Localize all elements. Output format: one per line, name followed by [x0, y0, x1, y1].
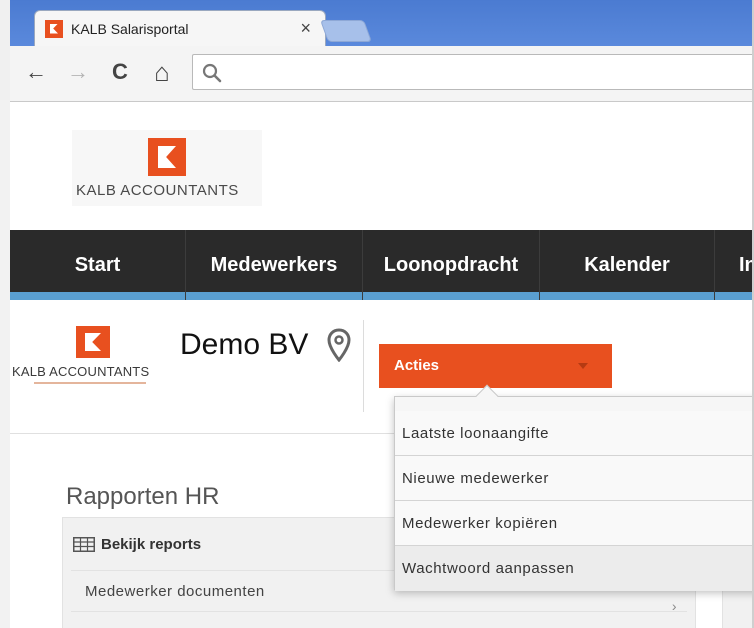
- report-row-label: Medewerker documenten: [85, 583, 265, 600]
- browser-toolbar: ← → C ⌂: [10, 46, 754, 102]
- logo-tagline-decoration: [34, 382, 146, 384]
- nav-item-kalender[interactable]: Kalender: [540, 230, 715, 300]
- tab-title: KALB Salarisportal: [71, 20, 189, 37]
- new-tab-button[interactable]: [319, 20, 373, 42]
- table-icon: [73, 536, 95, 552]
- panel-header[interactable]: Bekijk reports: [73, 528, 201, 560]
- panel-header-label: Bekijk reports: [101, 535, 202, 553]
- company-logo-text: KALB ACCOUNTANTS: [12, 364, 150, 379]
- address-bar[interactable]: [192, 54, 754, 90]
- home-icon[interactable]: ⌂: [148, 58, 176, 86]
- caret-down-icon: [578, 363, 588, 369]
- vertical-divider: [363, 320, 364, 412]
- nav-item-loonopdracht[interactable]: Loonopdracht: [363, 230, 540, 300]
- browser-tab[interactable]: KALB Salarisportal ×: [34, 10, 326, 46]
- forward-icon[interactable]: →: [64, 58, 92, 86]
- menu-item-nieuwe-medewerker[interactable]: Nieuwe medewerker: [395, 456, 754, 501]
- back-icon[interactable]: ←: [22, 58, 50, 86]
- kalb-favicon-icon: [45, 19, 63, 38]
- menu-item-laatste-loonaangifte[interactable]: Laatste loonaangifte: [395, 411, 754, 456]
- reload-icon[interactable]: C: [106, 58, 134, 86]
- nav-item-more[interactable]: In: [715, 230, 754, 300]
- search-icon: [202, 63, 222, 83]
- url-input[interactable]: [229, 61, 749, 83]
- acties-dropdown-button[interactable]: Acties: [379, 344, 612, 388]
- menu-item-medewerker-kopieren[interactable]: Medewerker kopiëren: [395, 501, 754, 546]
- acties-label: Acties: [394, 357, 440, 374]
- kalb-logo-small-icon: [76, 326, 110, 358]
- site-logo[interactable]: KALB ACCOUNTANTS: [72, 130, 262, 206]
- logo-text: KALB ACCOUNTANTS: [76, 182, 239, 199]
- menu-item-wachtwoord-aanpassen[interactable]: Wachtwoord aanpassen: [395, 546, 754, 591]
- company-logo: KALB ACCOUNTANTS: [12, 324, 178, 392]
- nav-item-medewerkers[interactable]: Medewerkers: [186, 230, 363, 300]
- close-tab-icon[interactable]: ×: [300, 18, 311, 39]
- company-name: Demo BV: [180, 328, 309, 361]
- acties-dropdown-menu: Laatste loonaangifte Nieuwe medewerker M…: [394, 384, 754, 591]
- map-pin-icon[interactable]: [326, 328, 352, 362]
- tab-strip: KALB Salarisportal ×: [10, 0, 754, 46]
- kalb-logo-icon: [148, 138, 186, 176]
- nav-item-start[interactable]: Start: [10, 230, 186, 300]
- main-navigation: Start Medewerkers Loonopdracht Kalender …: [10, 230, 754, 300]
- section-title: Rapporten HR: [66, 483, 220, 510]
- page-content: KALB ACCOUNTANTS Start Medewerkers Loono…: [10, 102, 754, 628]
- chevron-right-icon: ›: [671, 598, 677, 614]
- site-header: KALB ACCOUNTANTS: [10, 102, 754, 230]
